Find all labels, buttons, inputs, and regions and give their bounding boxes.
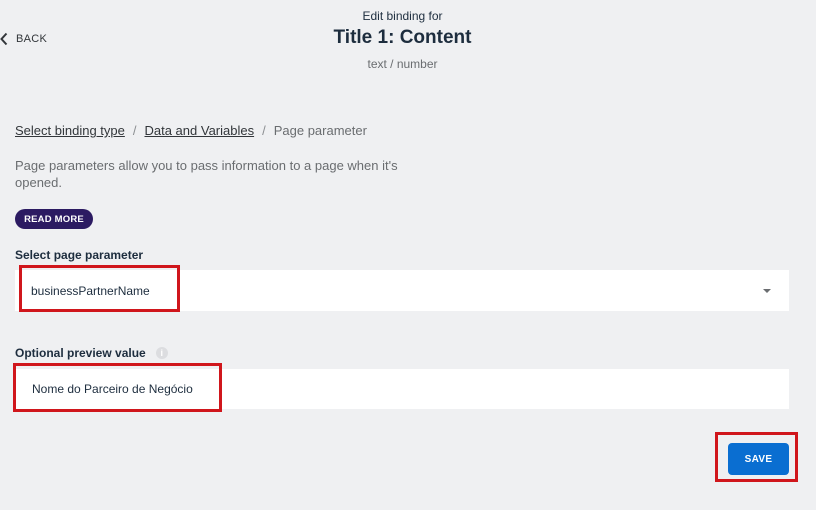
back-label: BACK [16, 33, 48, 45]
preview-value-input[interactable] [15, 369, 789, 409]
breadcrumb: Select binding type / Data and Variables… [15, 123, 367, 138]
breadcrumb-page-parameter: Page parameter [273, 123, 367, 138]
breadcrumb-separator: / [132, 123, 137, 138]
page-parameter-selected-value: businessPartnerName [31, 283, 150, 298]
header: Edit binding for Title 1: Content text /… [250, 9, 555, 72]
breadcrumb-data-and-variables[interactable]: Data and Variables [144, 123, 254, 138]
preview-value-label-text: Optional preview value [15, 346, 146, 360]
page-title: Title 1: Content [333, 27, 472, 48]
edit-binding-dialog: BACK Edit binding for Title 1: Content t… [0, 0, 816, 510]
breadcrumb-separator: / [262, 123, 266, 138]
page-parameter-select[interactable]: businessPartnerName [15, 270, 789, 311]
read-more-button[interactable]: READ MORE [15, 209, 93, 229]
header-pre-title: Edit binding for [362, 9, 443, 23]
info-icon[interactable]: i [155, 347, 168, 359]
breadcrumb-select-binding-type[interactable]: Select binding type [15, 123, 125, 138]
save-button[interactable]: SAVE [728, 443, 789, 475]
chevron-left-icon [0, 32, 8, 46]
preview-value-label: Optional preview value i [15, 346, 168, 360]
page-parameter-description: Page parameters allow you to pass inform… [15, 158, 398, 190]
page-parameter-label: Select page parameter [15, 248, 143, 262]
caret-down-icon [763, 288, 771, 293]
page-subtitle: text / number [367, 57, 438, 71]
back-button[interactable]: BACK [0, 30, 47, 48]
page-parameter-label-text: Select page parameter [15, 248, 144, 262]
